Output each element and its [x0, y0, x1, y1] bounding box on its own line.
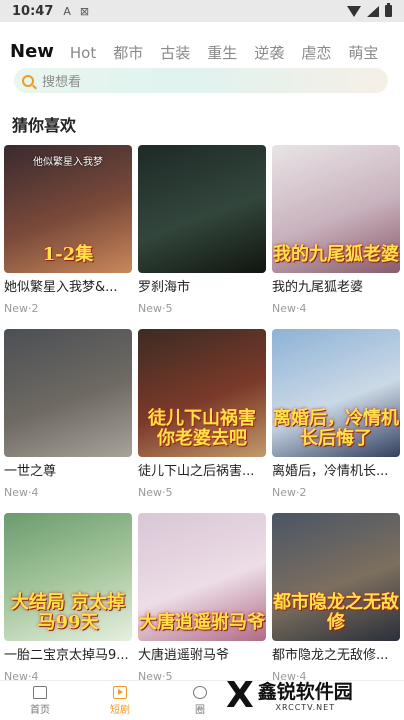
- drama-poster[interactable]: 我的九尾狐老婆: [272, 145, 400, 273]
- drama-card[interactable]: 大唐逍遥驸马爷 大唐逍遥驸马爷 New·5: [138, 513, 266, 684]
- drama-episode-badge: New·5: [138, 486, 173, 499]
- signal-icon: [367, 5, 379, 17]
- status-notification-icon: ⊠: [79, 4, 90, 18]
- watermark-logo: X 鑫锐软件园 XRCCTV.NET: [226, 672, 404, 720]
- drama-title[interactable]: 我的九尾狐老婆: [272, 279, 400, 297]
- nav-home[interactable]: 首页: [0, 681, 80, 720]
- tab-new[interactable]: New: [10, 40, 54, 64]
- drama-title[interactable]: 她似繁星入我梦&...: [4, 279, 132, 297]
- circle-icon: [193, 685, 207, 699]
- nav-short-drama-label: 短剧: [110, 704, 130, 716]
- drama-episode-badge: New·4: [4, 486, 39, 499]
- drama-poster[interactable]: 大唐逍遥驸马爷: [138, 513, 266, 641]
- drama-poster[interactable]: 徒儿下山祸害 你老婆去吧: [138, 329, 266, 457]
- poster-title: 1-2集: [42, 244, 94, 265]
- poster-title: 徒儿下山祸害 你老婆去吧: [148, 408, 256, 449]
- category-tabs: New Hot 都市 古装 重生 逆袭 虐恋 萌宝: [10, 38, 404, 64]
- drama-title[interactable]: 一世之尊: [4, 463, 132, 481]
- search-placeholder: 搜想看: [42, 75, 82, 90]
- drama-card[interactable]: 离婚后，冷情机长后悔了 离婚后，冷情机长... New·2: [272, 329, 400, 500]
- drama-title[interactable]: 都市隐龙之无敌修...: [272, 647, 400, 665]
- drama-card[interactable]: 罗刹海市 New·5: [138, 145, 266, 316]
- poster-title: 我的九尾狐老婆: [273, 244, 399, 265]
- drama-poster[interactable]: 都市隐龙之无敌修: [272, 513, 400, 641]
- drama-poster[interactable]: 离婚后，冷情机长后悔了: [272, 329, 400, 457]
- drama-title[interactable]: 罗刹海市: [138, 279, 266, 297]
- nav-circle-label: 圈: [195, 704, 205, 716]
- poster-subtitle: 他似繁星入我梦: [33, 157, 103, 168]
- poster-title: 离婚后，冷情机长后悔了: [273, 408, 399, 449]
- status-bar: 10:47 A ⊠: [0, 0, 404, 22]
- search-input[interactable]: 搜想看: [14, 68, 388, 93]
- tab-cute-baby[interactable]: 萌宝: [348, 42, 378, 64]
- poster-title: 大结局 京太掉马99天: [10, 592, 126, 633]
- drama-card[interactable]: 我的九尾狐老婆 我的九尾狐老婆 New·4: [272, 145, 400, 316]
- status-time: 10:47: [12, 3, 54, 19]
- tab-urban[interactable]: 都市: [113, 42, 143, 64]
- drama-episode-badge: New·2: [4, 302, 39, 315]
- drama-title[interactable]: 徒儿下山之后祸害...: [138, 463, 266, 481]
- drama-poster[interactable]: 大结局 京太掉马99天: [4, 513, 132, 641]
- drama-episode-badge: New·5: [138, 302, 173, 315]
- nav-short-drama[interactable]: 短剧: [80, 681, 160, 720]
- drama-poster[interactable]: 他似繁星入我梦 1-2集: [4, 145, 132, 273]
- section-title: 猜你喜欢: [12, 116, 77, 135]
- drama-card[interactable]: 徒儿下山祸害 你老婆去吧 徒儿下山之后祸害... New·5: [138, 329, 266, 500]
- status-app-icon: A: [63, 4, 71, 18]
- tab-romance[interactable]: 虐恋: [301, 42, 331, 64]
- drama-card[interactable]: 大结局 京太掉马99天 一胎二宝京太掉马9... New·4: [4, 513, 132, 684]
- nav-home-label: 首页: [30, 704, 50, 716]
- watermark-name: 鑫锐软件园: [257, 680, 353, 703]
- drama-episode-badge: New·2: [272, 486, 307, 499]
- drama-title[interactable]: 一胎二宝京太掉马9...: [4, 647, 132, 665]
- drama-card[interactable]: 一世之尊 New·4: [4, 329, 132, 500]
- tab-rebirth[interactable]: 重生: [207, 42, 237, 64]
- drama-title[interactable]: 离婚后，冷情机长...: [272, 463, 400, 481]
- drama-episode-badge: New·4: [272, 302, 307, 315]
- wifi-icon: [347, 5, 361, 17]
- watermark-url: XRCCTV.NET: [275, 702, 336, 712]
- drama-card[interactable]: 都市隐龙之无敌修 都市隐龙之无敌修... New·4: [272, 513, 400, 684]
- tab-hot[interactable]: Hot: [70, 42, 96, 64]
- drama-card[interactable]: 他似繁星入我梦 1-2集 她似繁星入我梦&... New·2: [4, 145, 132, 316]
- drama-poster[interactable]: [138, 145, 266, 273]
- battery-icon: [385, 3, 392, 17]
- play-icon: [113, 685, 127, 699]
- search-icon: [22, 74, 34, 87]
- watermark-x-icon: X: [226, 675, 254, 716]
- poster-title: 大唐逍遥驸马爷: [139, 612, 265, 633]
- poster-title: 都市隐龙之无敌修: [273, 592, 399, 633]
- home-icon: [33, 685, 47, 699]
- tab-counterattack[interactable]: 逆袭: [254, 42, 284, 64]
- drama-title[interactable]: 大唐逍遥驸马爷: [138, 647, 266, 665]
- tab-costume[interactable]: 古装: [160, 42, 190, 64]
- status-indicators: [347, 3, 392, 17]
- drama-poster[interactable]: [4, 329, 132, 457]
